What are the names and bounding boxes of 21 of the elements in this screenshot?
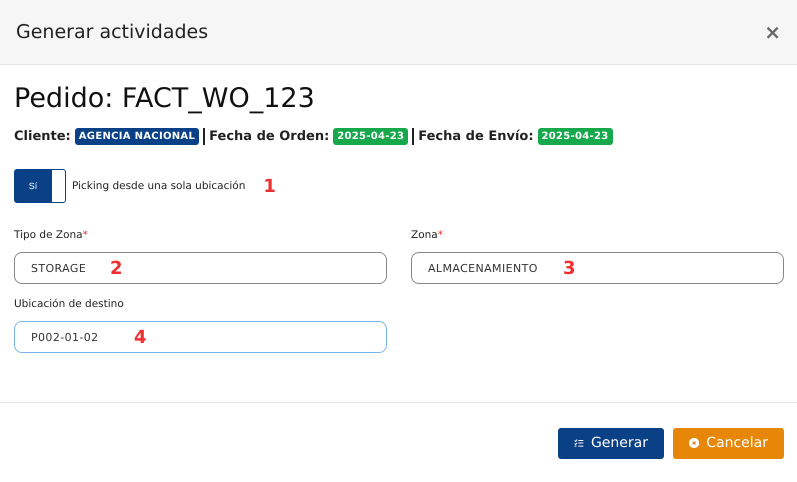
annotation-number: 3 <box>563 258 576 279</box>
annotation-number: 2 <box>110 258 123 279</box>
toggle-caption: Picking desde una sola ubicación <box>72 180 246 192</box>
field-label: Ubicación de destino <box>14 298 125 310</box>
order-heading: Pedido: FACT_WO_123 <box>14 83 316 114</box>
close-circle-icon <box>689 436 700 450</box>
meta-label: Fecha de Envío: <box>418 129 534 144</box>
close-button[interactable]: × <box>764 20 781 44</box>
annotation-number: 1 <box>263 176 276 196</box>
annotation-number: 4 <box>134 327 147 348</box>
generate-button[interactable]: Generar <box>558 428 664 458</box>
toggle-switch[interactable]: Sí <box>14 169 66 203</box>
field-label: Tipo de Zona* <box>14 229 89 241</box>
field-label: Zona* <box>411 229 444 241</box>
meta-label: Cliente: <box>14 129 71 144</box>
badge: AGENCIA NACIONAL <box>74 128 200 145</box>
badge: 2025-04-23 <box>538 128 612 145</box>
badge: 2025-04-23 <box>333 128 408 145</box>
meta-label: Fecha de Orden: <box>209 129 330 144</box>
dialog-title: Generar actividades <box>16 21 208 43</box>
checklist-icon <box>574 437 584 449</box>
